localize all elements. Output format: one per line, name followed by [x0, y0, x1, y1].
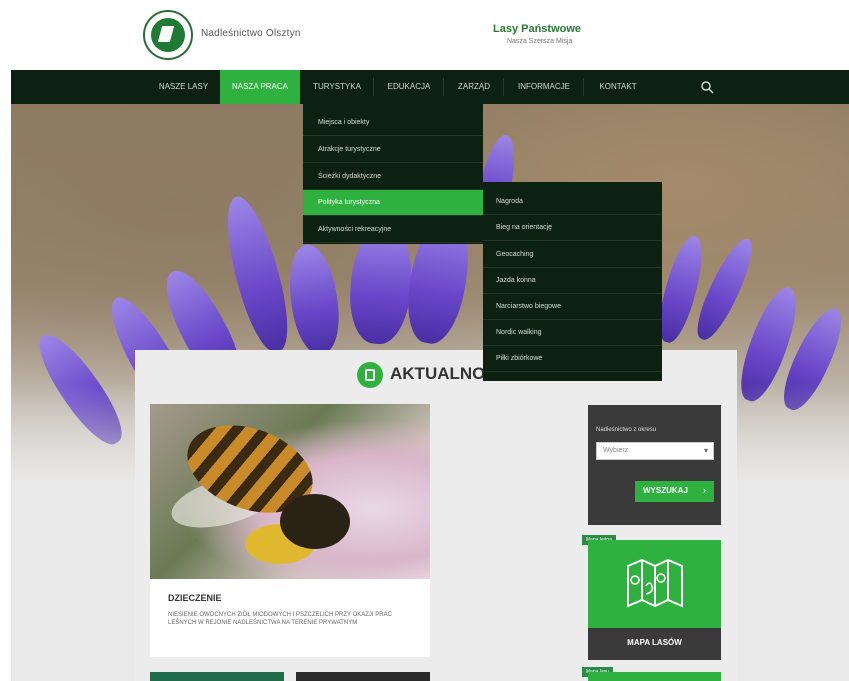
brand-subtitle: Nasza Szersza Misja — [507, 38, 573, 45]
submenu-item[interactable]: Narciarstwo biegowe — [483, 294, 662, 320]
widget-search-button[interactable]: WYSZUKAJ › — [635, 481, 714, 502]
nav-item-turystyka[interactable]: TURYSTYKA — [303, 70, 371, 104]
nav-item-informacje[interactable]: INFORMACJE — [505, 70, 583, 104]
map-widget-label: MAPA LASÓW — [627, 638, 682, 647]
chevron-down-icon: ▾ — [703, 446, 708, 455]
brand-title[interactable]: Lasy Państwowe — [493, 23, 581, 35]
news-thumbnail[interactable] — [150, 672, 284, 681]
map-widget-secondary[interactable] — [588, 672, 721, 681]
submenu-item[interactable]: Piłki zbiórkowe — [483, 346, 662, 372]
main-navigation: NASZE LASY NASZA PRACA TURYSTYKA EDUKACJ… — [11, 70, 849, 104]
nav-item-kontakt[interactable]: KONTAKT — [585, 70, 651, 104]
submenu-item[interactable]: Jazda konna — [483, 268, 662, 294]
map-widget[interactable]: MAPA LASÓW — [588, 540, 721, 660]
submenu-nasza-praca: Miejsca i obiekty Atrakcje turystyczne Ś… — [303, 104, 483, 244]
news-card-title[interactable]: DZIECZENIE — [168, 593, 222, 603]
submenu-item[interactable]: Geocaching — [483, 242, 662, 268]
chevron-right-icon: › — [703, 485, 706, 495]
map-icon — [627, 558, 683, 608]
site-header: Nadleśnictwo Olsztyn Lasy Państwowe Nasz… — [0, 0, 849, 70]
news-card-text: NIESIENIE OWOCNYCH ZIÓŁ MIODOWYCH I PSZC… — [168, 612, 392, 626]
widget-select-value: Wybierz — [603, 447, 629, 454]
search-widget: Nadleśnictwo z okresu Wybierz ▾ WYSZUKAJ… — [588, 405, 721, 525]
news-icon — [357, 362, 383, 388]
submenu-item[interactable]: Aktywności rekreacyjne — [303, 217, 483, 243]
news-card[interactable]: DZIECZENIE NIESIENIE OWOCNYCH ZIÓŁ MIODO… — [150, 404, 430, 657]
nav-item-zarzad[interactable]: ZARZĄD — [445, 70, 503, 104]
submenu-item[interactable]: Ścieżki dydaktyczne — [303, 164, 483, 190]
nav-item-edukacja[interactable]: EDUKACJA — [375, 70, 443, 104]
widget-label: Nadleśnictwo z okresu — [596, 427, 657, 433]
logo-icon[interactable] — [143, 10, 193, 60]
submenu-item[interactable]: Bieg na orientację — [483, 215, 662, 241]
news-thumbnail[interactable] — [296, 672, 430, 681]
submenu-item[interactable]: Miejsca i obiekty — [303, 110, 483, 136]
site-name[interactable]: Nadleśnictwo Olsztyn — [201, 28, 301, 39]
submenu-polityka-turystyczna: Nagroda Bieg na orientację Geocaching Ja… — [483, 182, 662, 381]
nav-item-nasze-lasy[interactable]: NASZE LASY — [146, 70, 221, 104]
submenu-item[interactable]: Nagroda — [483, 189, 662, 215]
submenu-item[interactable]: Atrakcje turystyczne — [303, 137, 483, 163]
submenu-item[interactable]: Nordic walking — [483, 320, 662, 346]
submenu-item-active[interactable]: Polityka turystyczna — [303, 190, 483, 216]
widget-button-label: WYSZUKAJ — [643, 486, 688, 495]
nav-item-nasza-praca[interactable]: NASZA PRACA — [220, 70, 300, 104]
news-card-image[interactable] — [150, 404, 430, 579]
search-icon[interactable] — [700, 80, 714, 94]
widget-select[interactable]: Wybierz ▾ — [596, 442, 714, 460]
